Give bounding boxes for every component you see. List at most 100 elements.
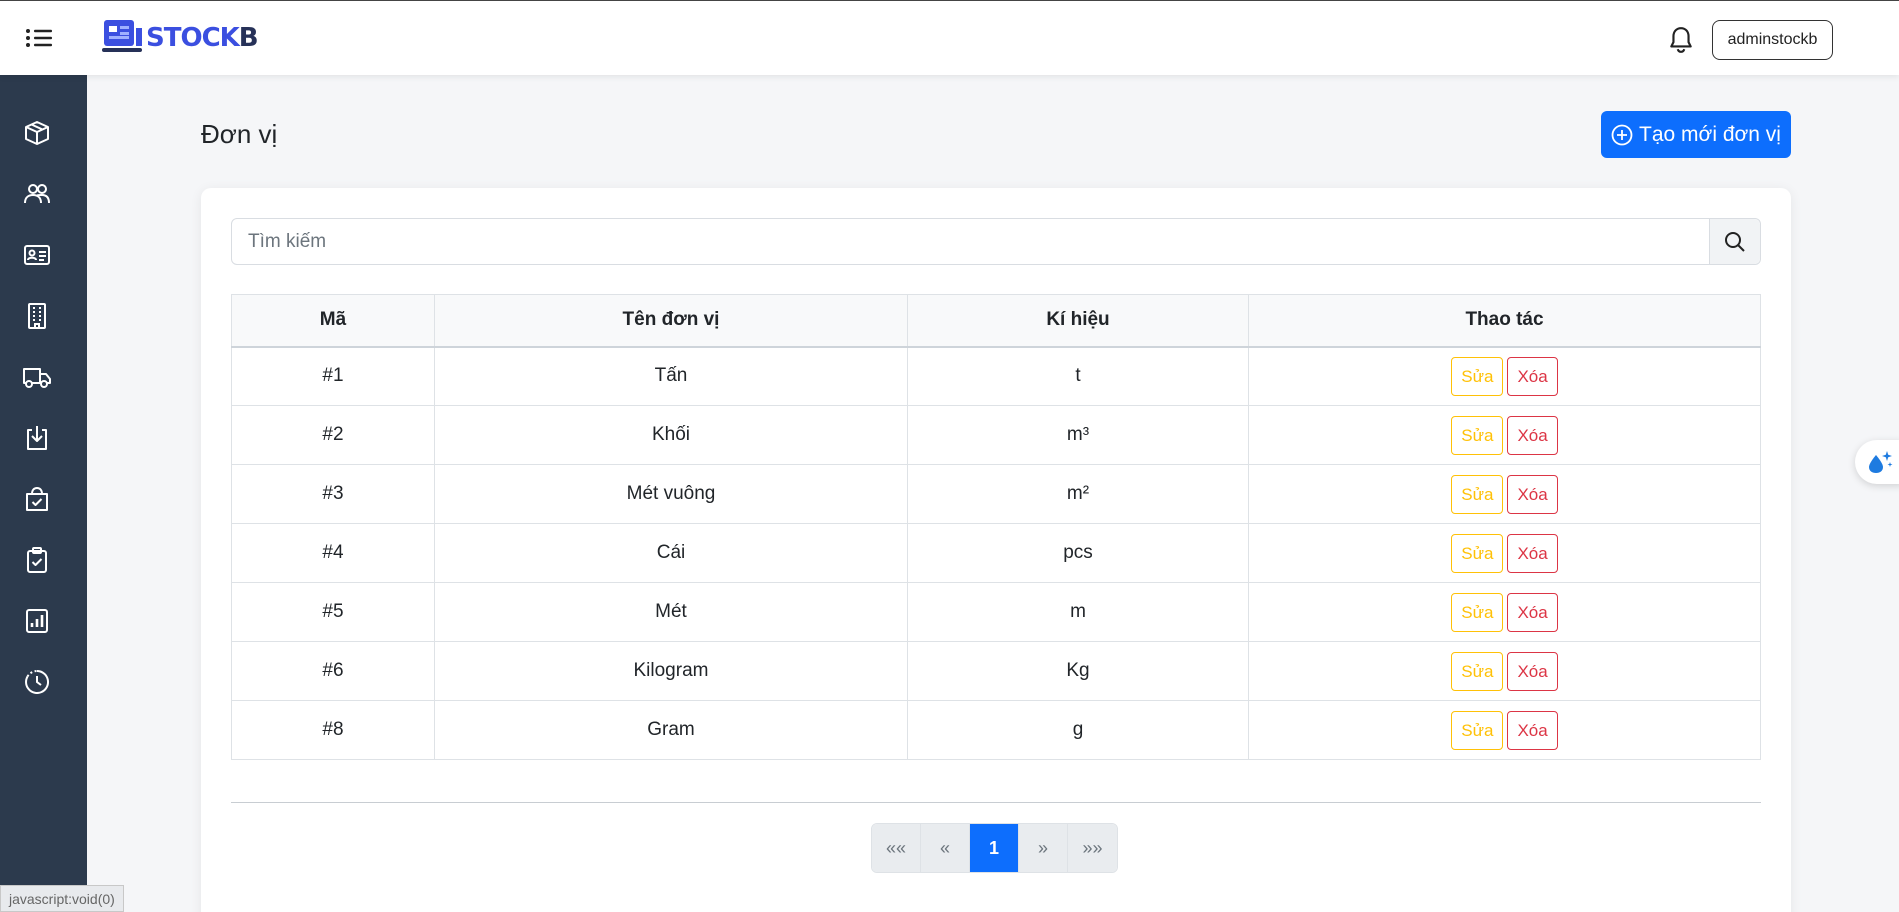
search-bar <box>231 218 1761 265</box>
cell-name: Cái <box>434 523 908 583</box>
units-table: Mã Tên đơn vị Kí hiệu Thao tác #1 Tấn t … <box>231 294 1761 760</box>
column-header-name: Tên đơn vị <box>434 294 908 348</box>
cell-actions: Sửa Xóa <box>1248 464 1761 524</box>
pagination-first[interactable]: «« <box>872 824 921 872</box>
edit-button[interactable]: Sửa <box>1451 651 1504 691</box>
sidebar-item-orders[interactable] <box>19 481 55 517</box>
column-header-id: Mã <box>231 294 435 348</box>
cell-name: Mét <box>434 582 908 642</box>
table-row: #5 Mét m Sửa Xóa <box>231 582 1761 642</box>
create-unit-button[interactable]: Tạo mới đơn vị <box>1601 111 1791 158</box>
search-icon <box>1725 231 1745 252</box>
box-arrow-in-icon <box>27 426 47 450</box>
cell-actions: Sửa Xóa <box>1248 700 1761 760</box>
sidebar-item-inventory-check[interactable] <box>19 542 55 578</box>
column-header-symbol: Kí hiệu <box>907 294 1249 348</box>
delete-button[interactable]: Xóa <box>1507 356 1558 396</box>
cell-id: #5 <box>231 582 435 642</box>
create-unit-label: Tạo mới đơn vị <box>1639 122 1781 146</box>
delete-button[interactable]: Xóa <box>1507 651 1558 691</box>
hamburger-list-icon <box>26 29 52 47</box>
sidebar-item-products[interactable] <box>19 115 55 151</box>
column-header-actions: Thao tác <box>1248 294 1761 348</box>
edit-button[interactable]: Sửa <box>1451 356 1504 396</box>
table-row: #3 Mét vuông m² Sửa Xóa <box>231 464 1761 524</box>
cell-name: Kilogram <box>434 641 908 701</box>
user-account-button[interactable]: adminstockb <box>1712 20 1833 60</box>
cell-symbol: m³ <box>907 405 1249 465</box>
sidebar-item-contacts[interactable] <box>19 237 55 273</box>
sparkle-drop-icon <box>1869 451 1893 473</box>
edit-button[interactable]: Sửa <box>1451 474 1504 514</box>
top-navbar: STOCKB adminstockb <box>0 0 1899 75</box>
cell-id: #3 <box>231 464 435 524</box>
cell-name: Khối <box>434 405 908 465</box>
sidebar <box>0 75 87 912</box>
delete-button[interactable]: Xóa <box>1507 710 1558 750</box>
cell-actions: Sửa Xóa <box>1248 346 1761 406</box>
cell-name: Tấn <box>434 346 908 406</box>
floating-assistant-button[interactable] <box>1855 440 1899 484</box>
bag-check-icon <box>26 487 48 511</box>
browser-status-bar: javascript:void(0) <box>0 885 124 912</box>
pagination-next[interactable]: » <box>1019 824 1068 872</box>
logo-text: STOCKB <box>146 23 259 53</box>
sidebar-item-shipping[interactable] <box>19 359 55 395</box>
cell-symbol: m <box>907 582 1249 642</box>
delete-button[interactable]: Xóa <box>1507 474 1558 514</box>
cell-actions: Sửa Xóa <box>1248 582 1761 642</box>
pagination-page-current[interactable]: 1 <box>970 824 1019 872</box>
delete-button[interactable]: Xóa <box>1507 533 1558 573</box>
sidebar-item-customers[interactable] <box>19 176 55 212</box>
cell-id: #8 <box>231 700 435 760</box>
edit-button[interactable]: Sửa <box>1451 415 1504 455</box>
cell-actions: Sửa Xóa <box>1248 523 1761 583</box>
hamburger-menu-button[interactable] <box>22 23 56 53</box>
building-icon <box>28 303 46 329</box>
units-card: Mã Tên đơn vị Kí hiệu Thao tác #1 Tấn t … <box>201 188 1791 912</box>
cell-symbol: m² <box>907 464 1249 524</box>
truck-icon <box>23 368 51 388</box>
search-button[interactable] <box>1709 219 1760 264</box>
table-header-row: Mã Tên đơn vị Kí hiệu Thao tác <box>231 294 1761 348</box>
logo-icon <box>102 20 142 52</box>
pagination: «« « 1 » »» <box>871 823 1118 873</box>
search-input[interactable] <box>232 219 1709 264</box>
edit-button[interactable]: Sửa <box>1451 710 1504 750</box>
plus-circle-icon <box>1611 124 1633 145</box>
table-row: #2 Khối m³ Sửa Xóa <box>231 405 1761 465</box>
cell-actions: Sửa Xóa <box>1248 641 1761 701</box>
edit-button[interactable]: Sửa <box>1451 592 1504 632</box>
id-card-icon <box>24 245 50 265</box>
table-row: #4 Cái pcs Sửa Xóa <box>231 523 1761 583</box>
cell-id: #4 <box>231 523 435 583</box>
table-row: #8 Gram g Sửa Xóa <box>231 700 1761 760</box>
clock-history-icon <box>25 670 49 694</box>
pagination-prev[interactable]: « <box>921 824 970 872</box>
sidebar-item-import[interactable] <box>19 420 55 456</box>
cell-symbol: g <box>907 700 1249 760</box>
cell-symbol: Kg <box>907 641 1249 701</box>
cell-actions: Sửa Xóa <box>1248 405 1761 465</box>
clipboard-check-icon <box>27 547 47 573</box>
delete-button[interactable]: Xóa <box>1507 415 1558 455</box>
cell-id: #2 <box>231 405 435 465</box>
sidebar-item-history[interactable] <box>19 664 55 700</box>
cell-name: Mét vuông <box>434 464 908 524</box>
cell-name: Gram <box>434 700 908 760</box>
bar-chart-icon <box>26 609 48 633</box>
cell-symbol: pcs <box>907 523 1249 583</box>
sidebar-item-warehouse[interactable] <box>19 298 55 334</box>
cell-symbol: t <box>907 346 1249 406</box>
cell-id: #1 <box>231 346 435 406</box>
notification-button[interactable] <box>1668 26 1694 54</box>
sidebar-item-reports[interactable] <box>19 603 55 639</box>
table-row: #1 Tấn t Sửa Xóa <box>231 346 1761 406</box>
pagination-last[interactable]: »» <box>1068 824 1117 872</box>
page-title: Đơn vị <box>201 119 278 149</box>
divider <box>231 802 1761 803</box>
delete-button[interactable]: Xóa <box>1507 592 1558 632</box>
table-row: #6 Kilogram Kg Sửa Xóa <box>231 641 1761 701</box>
app-logo[interactable]: STOCKB <box>100 15 259 61</box>
edit-button[interactable]: Sửa <box>1451 533 1504 573</box>
